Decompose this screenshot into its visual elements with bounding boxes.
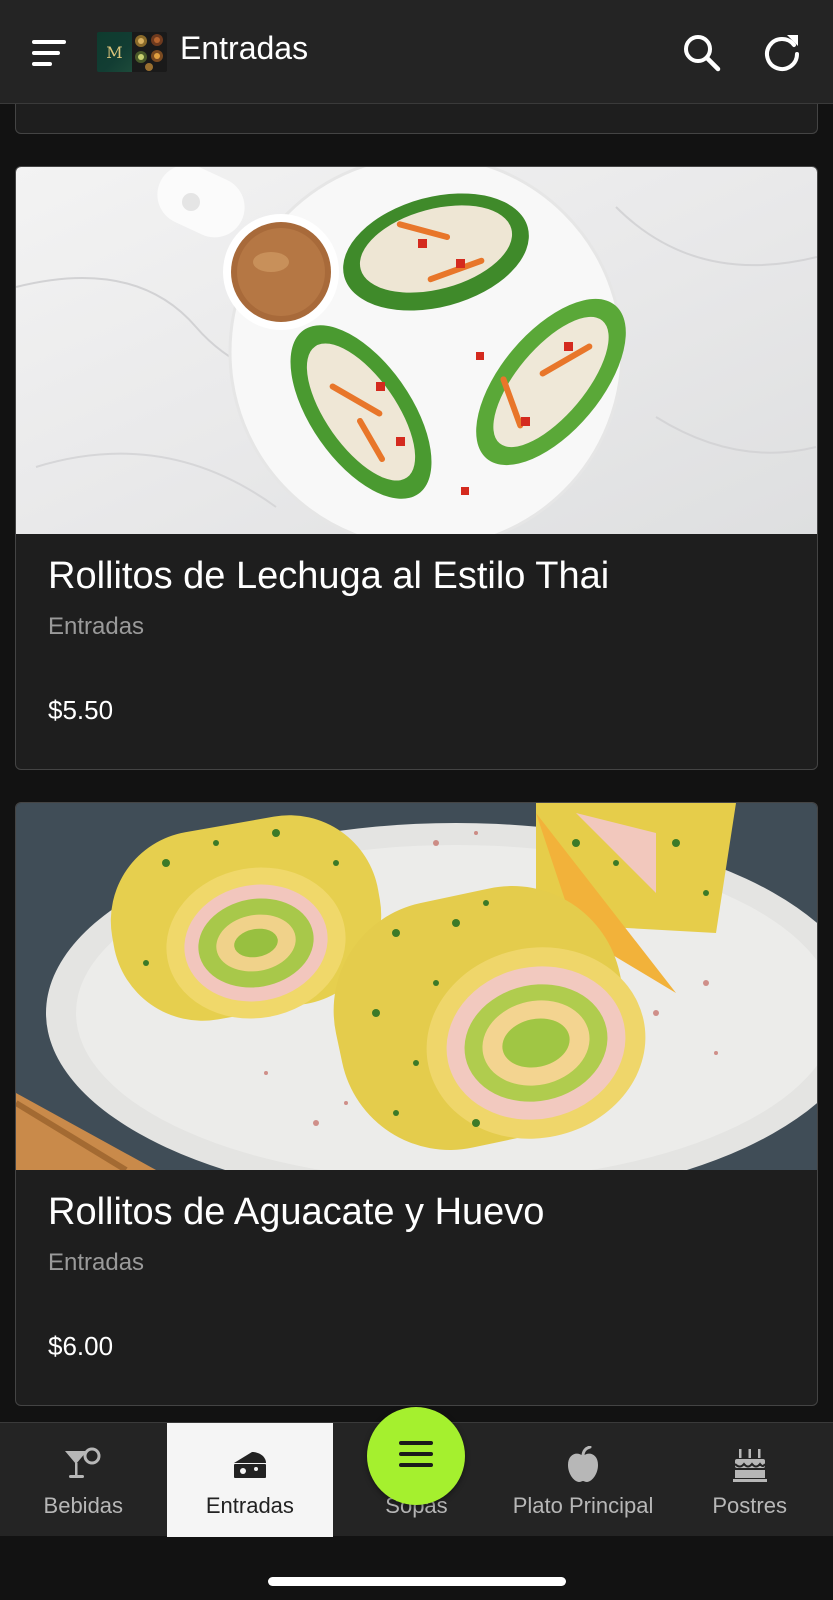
- menu-icon: [397, 1438, 435, 1475]
- product-category: Entradas: [48, 1249, 145, 1276]
- home-indicator[interactable]: [268, 1577, 566, 1586]
- page-title: Entradas: [180, 30, 309, 66]
- cheese-icon: [230, 1445, 270, 1485]
- tab-label: Bebidas: [43, 1493, 124, 1518]
- avocado-egg-rolls-photo: [16, 803, 817, 1170]
- menu-sort-icon[interactable]: [30, 36, 70, 70]
- app-bar: M Entradas: [0, 0, 833, 104]
- tab-label: Postres: [712, 1493, 787, 1518]
- tab-plato-principal[interactable]: Plato Principal: [500, 1423, 667, 1537]
- system-gesture-area: [0, 1536, 833, 1600]
- cocktail-icon: [63, 1445, 103, 1485]
- apple-icon: [563, 1445, 603, 1485]
- tab-label: Entradas: [205, 1493, 294, 1518]
- refresh-icon[interactable]: [760, 30, 804, 74]
- product-name: Rollitos de Aguacate y Huevo: [48, 1191, 545, 1233]
- logo-letter: M: [106, 42, 123, 62]
- product-price: $6.00: [48, 1331, 114, 1361]
- product-price: $5.50: [48, 695, 114, 725]
- product-card[interactable]: Rollitos de Lechuga al Estilo Thai Entra…: [15, 166, 818, 770]
- tab-entradas[interactable]: Entradas: [166, 1423, 334, 1537]
- app-logo: M: [97, 32, 167, 72]
- tab-postres[interactable]: Postres: [666, 1423, 833, 1537]
- product-name: Rollitos de Lechuga al Estilo Thai: [48, 555, 610, 597]
- tab-bebidas[interactable]: Bebidas: [0, 1423, 167, 1537]
- product-category: Entradas: [48, 613, 145, 640]
- product-card[interactable]: Rollitos de Aguacate y Huevo Entradas $6…: [15, 802, 818, 1406]
- search-icon[interactable]: [681, 32, 723, 74]
- fab-menu-button[interactable]: [367, 1407, 465, 1505]
- lettuce-wraps-photo: [16, 167, 817, 534]
- cake-icon: [730, 1445, 770, 1485]
- tab-label: Plato Principal: [512, 1493, 654, 1518]
